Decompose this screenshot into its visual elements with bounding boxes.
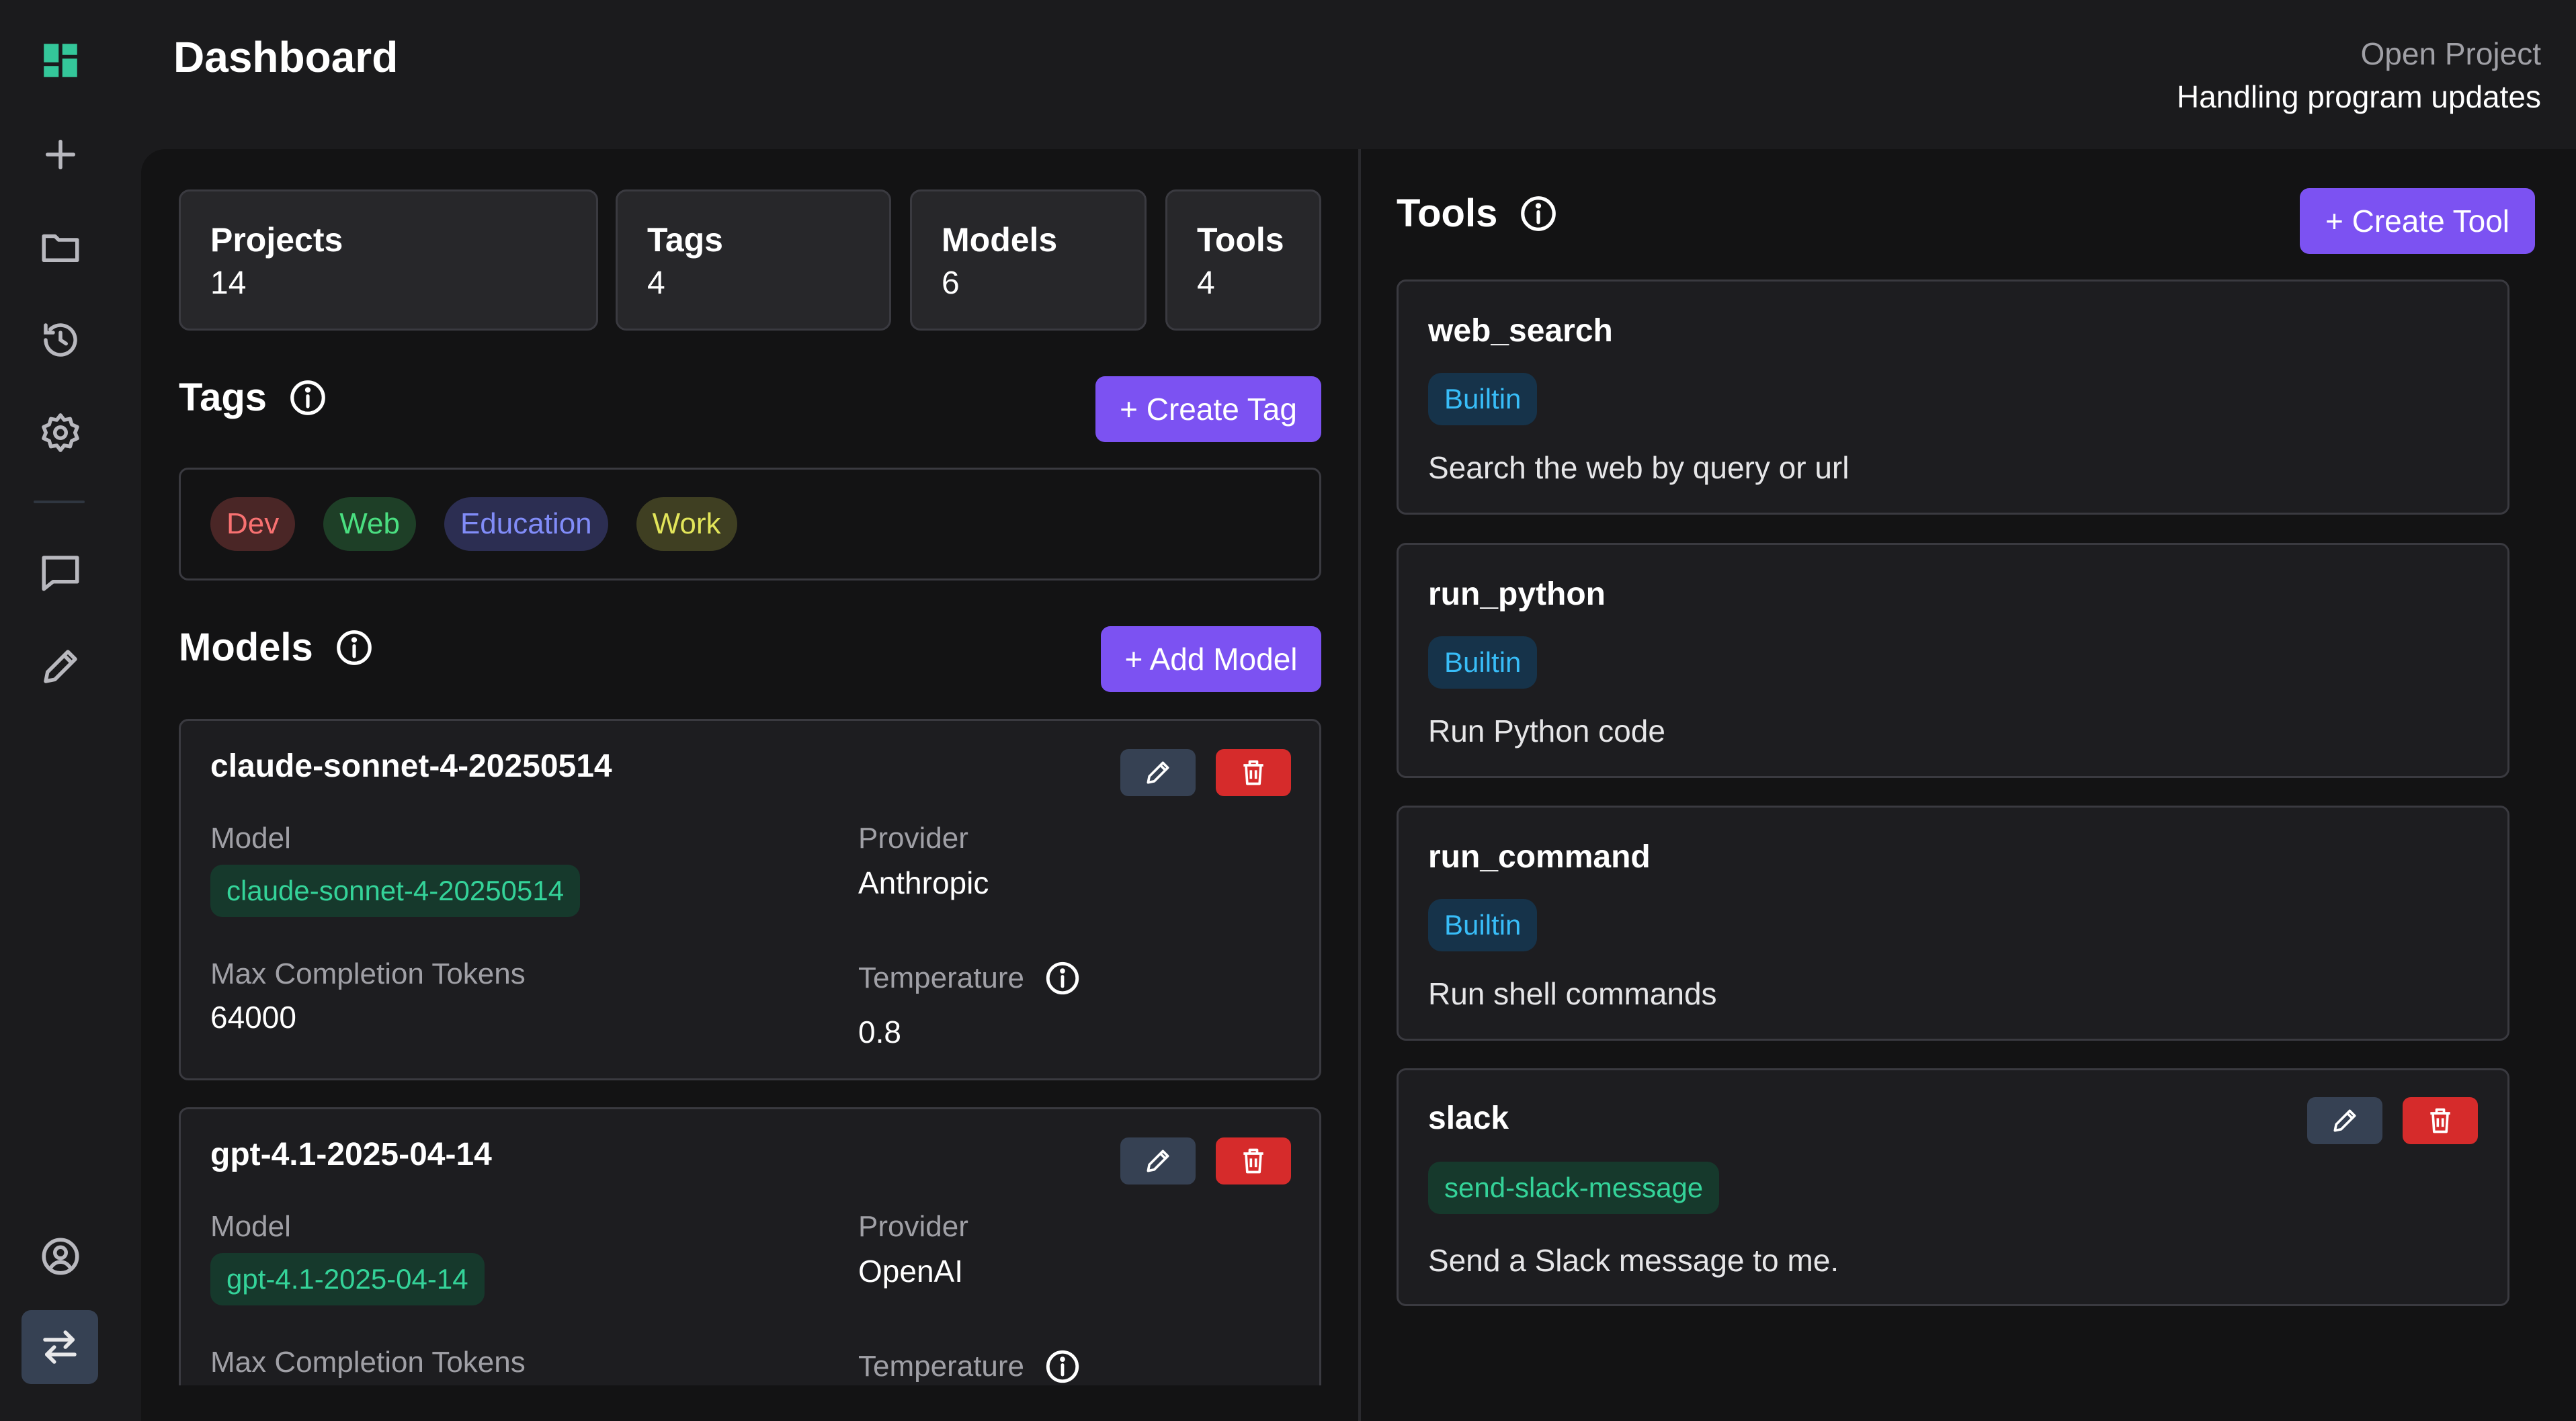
stat-card-tags[interactable]: Tags 4 <box>616 189 891 331</box>
temperature-label: Temperature <box>858 1350 1025 1383</box>
stat-value: 14 <box>210 265 247 301</box>
add-model-button[interactable]: + Add Model <box>1101 626 1321 692</box>
pencil-icon <box>1147 1150 1169 1172</box>
tag-work[interactable]: Work <box>636 497 737 551</box>
stat-label: Projects <box>210 221 343 259</box>
model-id-badge: gpt-4.1-2025-04-14 <box>210 1253 485 1305</box>
max-tokens-label: Max Completion Tokens <box>210 1346 526 1379</box>
trash-icon <box>1243 760 1263 785</box>
model-label: Model <box>210 1210 291 1243</box>
tags-list: Dev Web Education Work <box>179 468 1321 580</box>
temperature-label-row: Temperature <box>858 1347 1082 1386</box>
pencil-icon <box>2333 1109 2356 1132</box>
stat-label: Tools <box>1197 221 1284 259</box>
tag-education[interactable]: Education <box>444 497 608 551</box>
stat-value: 6 <box>942 265 960 301</box>
model-label: Model <box>210 822 291 855</box>
model-name: claude-sonnet-4-20250514 <box>210 748 612 784</box>
info-icon[interactable] <box>333 627 375 669</box>
stat-card-tools[interactable]: Tools 4 <box>1165 189 1321 331</box>
tools-title-text: Tools <box>1397 191 1498 235</box>
tool-name: web_search <box>1428 313 1613 349</box>
open-project-label: Open Project <box>2360 36 2541 71</box>
info-icon[interactable] <box>287 377 329 419</box>
info-icon[interactable] <box>1043 1347 1082 1386</box>
stat-card-models[interactable]: Models 6 <box>910 189 1147 331</box>
models-section-title: Models <box>179 625 375 670</box>
sidebar-divider <box>34 501 85 503</box>
builtin-badge: Builtin <box>1428 899 1538 951</box>
tags-section-title: Tags <box>179 375 329 420</box>
tool-card[interactable]: run_command Builtin Run shell commands <box>1397 806 2509 1041</box>
trash-icon <box>2430 1108 2450 1133</box>
tool-description: Search the web by query or url <box>1428 450 1850 485</box>
tool-function-badge: send-slack-message <box>1428 1162 1720 1214</box>
tags-title-text: Tags <box>179 376 267 419</box>
trash-icon <box>1243 1148 1263 1174</box>
temperature-label-row: Temperature <box>858 959 1082 998</box>
model-card: claude-sonnet-4-20250514 Model claude-so… <box>179 719 1321 1080</box>
pencil-icon[interactable] <box>34 640 87 693</box>
page-title: Dashboard <box>173 33 399 81</box>
temperature-label: Temperature <box>858 961 1025 994</box>
temperature-value: 0.8 <box>858 1015 901 1049</box>
model-name: gpt-4.1-2025-04-14 <box>210 1137 492 1172</box>
tool-card[interactable]: web_search Builtin Search the web by que… <box>1397 279 2509 515</box>
tool-name: slack <box>1428 1101 1509 1136</box>
sidebar <box>0 0 141 1421</box>
stat-card-projects[interactable]: Projects 14 <box>179 189 598 331</box>
tools-section-title: Tools <box>1397 191 1559 236</box>
tool-card[interactable]: slack send-slack-message Send a Slack me… <box>1397 1068 2509 1306</box>
provider-label: Provider <box>858 1210 968 1243</box>
tool-description: Send a Slack message to me. <box>1428 1243 1839 1278</box>
folder-icon[interactable] <box>34 220 87 274</box>
delete-model-button[interactable] <box>1216 1137 1291 1185</box>
main-panel: Projects 14 Tags 4 Models 6 Tools 4 Tags… <box>141 149 2576 1421</box>
tool-description: Run Python code <box>1428 714 1665 748</box>
model-card: gpt-4.1-2025-04-14 Model gpt-4.1-2025-04… <box>179 1107 1321 1421</box>
provider-label: Provider <box>858 822 968 855</box>
stat-value: 4 <box>1197 265 1215 301</box>
builtin-badge: Builtin <box>1428 636 1538 689</box>
tool-card[interactable]: run_python Builtin Run Python code <box>1397 543 2509 778</box>
column-divider <box>1358 149 1361 1421</box>
pencil-icon <box>1147 761 1169 784</box>
tool-name: run_command <box>1428 839 1651 875</box>
models-title-text: Models <box>179 626 313 669</box>
delete-model-button[interactable] <box>1216 749 1291 796</box>
stat-label: Models <box>942 221 1058 259</box>
max-tokens-value: 64000 <box>210 1000 296 1035</box>
dashboard-icon[interactable] <box>34 34 87 87</box>
scroll-clip <box>141 1385 1358 1421</box>
info-icon[interactable] <box>1518 193 1559 234</box>
builtin-badge: Builtin <box>1428 373 1538 425</box>
plus-icon[interactable] <box>34 128 87 181</box>
gear-icon[interactable] <box>34 406 87 460</box>
user-circle-icon[interactable] <box>34 1230 87 1283</box>
model-id-badge: claude-sonnet-4-20250514 <box>210 865 581 917</box>
tool-name: run_python <box>1428 576 1606 612</box>
stat-value: 4 <box>647 265 665 301</box>
delete-tool-button[interactable] <box>2403 1097 2478 1144</box>
provider-value: Anthropic <box>858 865 989 900</box>
history-icon[interactable] <box>34 313 87 367</box>
swap-arrows-icon[interactable] <box>22 1310 98 1384</box>
max-tokens-label: Max Completion Tokens <box>210 957 526 990</box>
chat-icon[interactable] <box>34 546 87 599</box>
info-icon[interactable] <box>1043 959 1082 998</box>
tag-web[interactable]: Web <box>323 497 416 551</box>
stat-label: Tags <box>647 221 723 259</box>
provider-value: OpenAI <box>858 1254 963 1289</box>
project-name: Handling program updates <box>2176 79 2541 114</box>
tag-dev[interactable]: Dev <box>210 497 296 551</box>
tool-description: Run shell commands <box>1428 976 1717 1011</box>
edit-tool-button[interactable] <box>2307 1097 2382 1144</box>
edit-model-button[interactable] <box>1120 1137 1196 1185</box>
open-project[interactable]: Open Project Handling program updates <box>2177 32 2541 118</box>
edit-model-button[interactable] <box>1120 749 1196 796</box>
create-tool-button[interactable]: + Create Tool <box>2300 188 2535 254</box>
create-tag-button[interactable]: + Create Tag <box>1095 376 1321 442</box>
